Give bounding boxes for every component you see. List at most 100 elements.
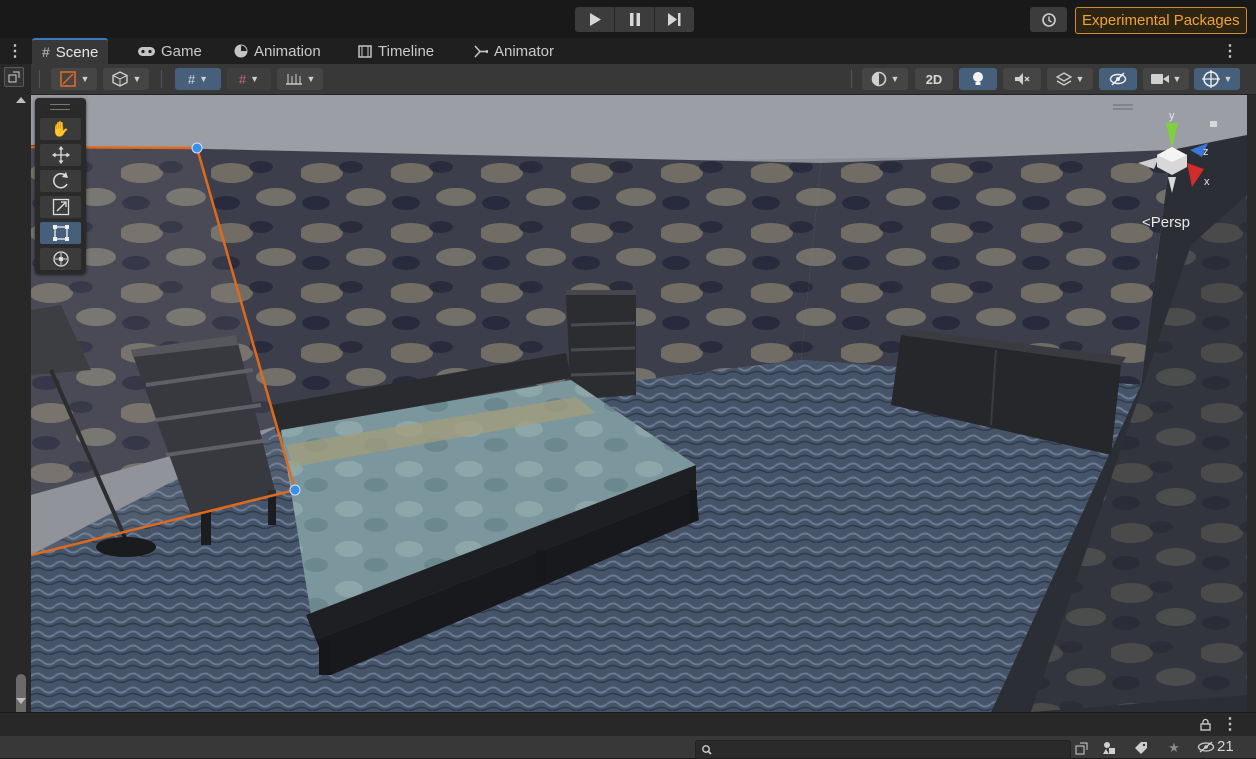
rect-tool-icon	[52, 225, 69, 241]
experimental-packages-button[interactable]: Experimental Packages	[1075, 7, 1247, 34]
hand-tool-button[interactable]: ✋	[40, 118, 81, 140]
cube-icon	[111, 71, 128, 87]
tab-game[interactable]: Game	[138, 38, 202, 64]
search-field[interactable]	[695, 740, 1071, 759]
tab-label: Animator	[494, 42, 555, 60]
open-window-button[interactable]	[1070, 739, 1092, 757]
audio-toggle[interactable]	[1003, 68, 1041, 90]
favorites-button[interactable]: ★	[1163, 739, 1185, 757]
toggle-2d-button[interactable]: 2D	[915, 68, 953, 90]
animator-icon	[474, 44, 488, 58]
move-tool-icon	[51, 146, 70, 164]
rotate-tool-icon	[52, 172, 68, 189]
tab-timeline[interactable]: Timeline	[358, 38, 434, 64]
shading-mode-dropdown[interactable]: ▼	[862, 68, 908, 90]
scroll-up-icon[interactable]	[15, 95, 27, 105]
scene-visibility-toggle[interactable]	[1099, 68, 1137, 90]
hand-tool-icon: ✋	[51, 121, 70, 138]
toolbar-separator	[161, 70, 162, 88]
grid-snap-dropdown[interactable]: # ▼	[175, 68, 221, 90]
tab-animation[interactable]: Animation	[234, 38, 321, 64]
lighting-toggle[interactable]	[959, 68, 997, 90]
top-toolbar: Experimental Packages	[0, 0, 1256, 38]
camera-icon	[1150, 74, 1169, 84]
tag-icon	[1135, 742, 1147, 754]
rect-tool-button[interactable]	[40, 222, 81, 244]
film-icon	[358, 44, 372, 58]
gizmos-icon	[1201, 70, 1220, 88]
tab-label: Animation	[254, 42, 321, 60]
hidden-objects-toggle[interactable]: 21	[1197, 738, 1234, 755]
grid-snap-icon: #	[187, 71, 196, 87]
maximize-icon	[8, 71, 20, 83]
tool-palette: ✋	[35, 98, 86, 274]
scroll-down-icon[interactable]	[15, 696, 27, 706]
tab-label: Game	[161, 42, 202, 60]
orientation-gizmo[interactable]: y z x	[1132, 105, 1222, 200]
effects-dropdown[interactable]: ▼	[1047, 68, 1093, 90]
palette-drag-handle[interactable]	[50, 104, 70, 110]
axis-y-label: y	[1169, 110, 1175, 122]
scene-toolbar: ▼ ▼ # ▼ # ▼ ▼ ▼ 2D ▼ ▼ ▼	[31, 64, 1256, 95]
hidden-count: 21	[1217, 738, 1234, 755]
perspective-icon: <	[1142, 214, 1151, 231]
light-icon	[973, 72, 983, 85]
hash-icon: #	[42, 44, 50, 60]
ruler-icon	[285, 74, 302, 85]
bottom-panel-menu-icon[interactable]: ⋮	[1222, 714, 1238, 734]
gizmos-dropdown[interactable]: ▼	[1194, 68, 1240, 90]
ruler-dropdown[interactable]: ▼	[277, 68, 323, 90]
tab-label: Timeline	[378, 42, 435, 60]
editor-tab-row: ⋮ # Scene Game Animation Timeline Animat…	[0, 38, 1256, 64]
effects-icon	[1055, 72, 1072, 86]
axis-x-label: x	[1204, 176, 1210, 188]
star-icon: ★	[1168, 740, 1180, 755]
axis-z-label: z	[1203, 146, 1209, 158]
scale-tool-icon	[52, 198, 69, 216]
gizmo-tool-dropdown[interactable]: ▼	[51, 68, 97, 90]
hidden-eye-icon	[1197, 740, 1215, 753]
draw-mode-dropdown[interactable]: ▼	[103, 68, 149, 90]
search-icon	[702, 744, 712, 755]
projection-toggle[interactable]: <Persp	[1142, 214, 1190, 231]
maximize-button[interactable]	[4, 67, 24, 87]
hidden-icon	[1109, 72, 1127, 86]
projection-label: Persp	[1150, 214, 1190, 231]
play-button[interactable]	[575, 7, 615, 32]
tab-scene[interactable]: # Scene	[32, 38, 109, 64]
axis-gizmo-icon: y z x	[1138, 110, 1217, 193]
move-tool-button[interactable]	[40, 144, 81, 166]
pause-button[interactable]	[615, 7, 655, 32]
scene-viewport[interactable]	[31, 95, 1247, 712]
scene-menu-icon[interactable]: ⋮	[1222, 41, 1238, 61]
toolbar-grip	[39, 70, 40, 88]
play-icon	[589, 13, 601, 26]
tab-label: Scene	[55, 43, 99, 61]
gizmo-tool-icon	[59, 71, 76, 87]
transform-tool-button[interactable]	[40, 248, 81, 270]
shapes-icon	[1103, 742, 1115, 754]
undo-history-button[interactable]	[1030, 7, 1067, 32]
pause-icon	[629, 13, 640, 26]
lock-icon[interactable]	[1200, 718, 1211, 731]
scale-tool-button[interactable]	[40, 196, 81, 218]
panel-menu-icon[interactable]: ⋮	[7, 41, 23, 61]
filter-by-type-button[interactable]	[1098, 739, 1120, 757]
play-controls	[575, 7, 694, 32]
gamepad-icon	[138, 46, 155, 56]
toolbar-grip-right	[851, 70, 852, 88]
filter-by-label-button[interactable]	[1130, 739, 1152, 757]
increment-snap-icon: #	[238, 71, 247, 87]
left-panel-strip	[0, 64, 31, 732]
rotate-tool-button[interactable]	[40, 170, 81, 192]
camera-dropdown[interactable]: ▼	[1143, 68, 1189, 90]
history-icon	[1041, 12, 1056, 27]
shading-icon	[871, 71, 886, 87]
scene-render	[31, 95, 1247, 712]
open-window-icon	[1075, 742, 1087, 754]
increment-snap-dropdown[interactable]: # ▼	[227, 68, 271, 90]
tab-animator[interactable]: Animator	[474, 38, 554, 64]
transform-tool-icon	[52, 251, 69, 267]
step-button[interactable]	[655, 7, 694, 32]
audio-mute-icon	[1015, 73, 1030, 85]
